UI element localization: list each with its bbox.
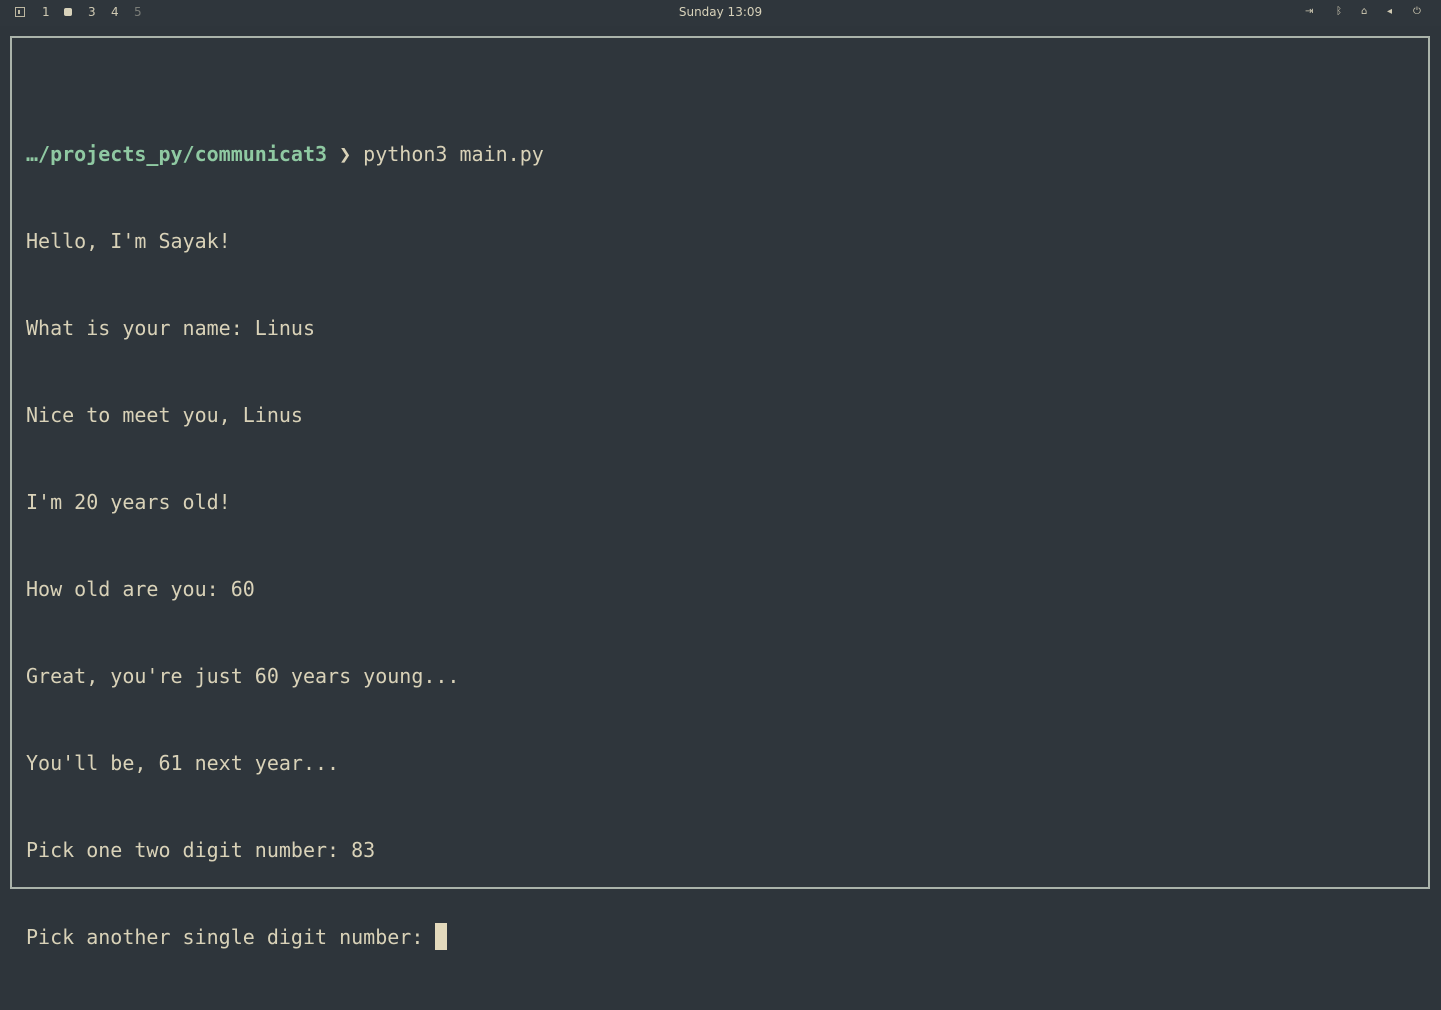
volume-icon[interactable]: ◂ — [1387, 6, 1392, 18]
prompt-symbol: ❯ — [339, 142, 352, 166]
input-line[interactable]: Pick another single digit number: — [26, 923, 544, 952]
output-line: Nice to meet you, Linus — [26, 403, 303, 427]
command: python3 main.py — [363, 142, 544, 166]
output-line: How old are you: 60 — [26, 577, 255, 601]
output-line: You'll be, 61 next year... — [26, 751, 340, 775]
output-line: Hello, I'm Sayak! — [26, 229, 231, 253]
prompt-path: …/projects_py/communicat3 — [26, 142, 328, 166]
output-line: I'm 20 years old! — [26, 490, 231, 514]
top-bar: 1 3 4 5 Sunday 13:09 ⇥ ᛒ ⌂ ◂ ⏻ — [0, 0, 1441, 26]
terminal-window[interactable]: …/projects_py/communicat3 ❯ python3 main… — [10, 36, 1430, 950]
input-prompt: Pick another single digit number: — [26, 925, 436, 949]
network-icon[interactable]: ⌂ — [1361, 6, 1367, 18]
prompt-line: …/projects_py/communicat3 ❯ python3 main… — [26, 140, 544, 169]
power-icon[interactable]: ⏻ — [1413, 6, 1421, 18]
output-line: Pick one two digit number: 83 — [26, 838, 376, 862]
bluetooth-icon[interactable]: ᛒ — [1336, 6, 1342, 18]
clock: Sunday 13:09 — [678, 5, 763, 19]
output-line: What is your name: Linus — [26, 316, 315, 340]
text-cursor — [435, 923, 448, 950]
terminal-output: …/projects_py/communicat3 ❯ python3 main… — [26, 82, 544, 1010]
logout-icon[interactable]: ⇥ — [1305, 6, 1313, 18]
output-line: Great, you're just 60 years young... — [26, 664, 460, 688]
